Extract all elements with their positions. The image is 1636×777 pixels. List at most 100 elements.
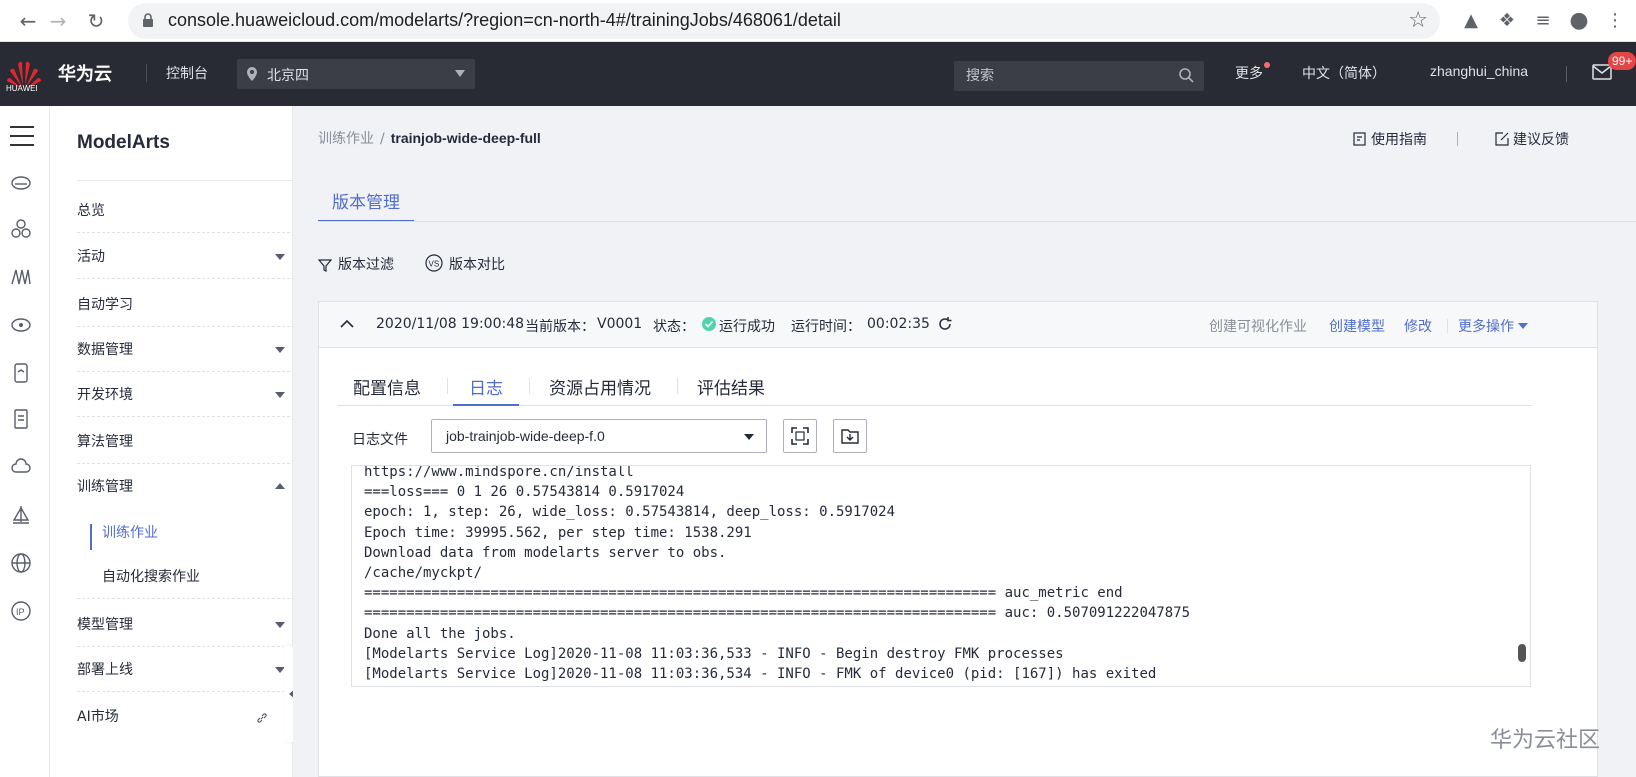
sidebar-item-label: 模型管理 bbox=[77, 617, 133, 633]
sidebar-item-label: 活动 bbox=[77, 249, 105, 265]
chevron-up-icon[interactable] bbox=[339, 316, 355, 332]
storage-icon[interactable] bbox=[10, 362, 32, 384]
language-select[interactable]: 中文（简体） bbox=[1302, 63, 1386, 83]
breadcrumb-current: trainjob-wide-deep-full bbox=[390, 130, 541, 146]
watermark-text: 华为云社区 bbox=[1490, 728, 1601, 753]
version-card: 2020/11/08 19:00:48 当前版本： V0001 状态： 运行成功… bbox=[318, 301, 1598, 777]
cloud-disk-icon[interactable] bbox=[10, 314, 32, 336]
sidebar-item-training-management[interactable]: 训练管理 bbox=[77, 476, 285, 522]
tab-evaluation-results[interactable]: 评估结果 bbox=[681, 374, 781, 406]
waveform-icon[interactable] bbox=[10, 266, 32, 288]
log-lines: https://www.mindspore.cn/install ===loss=… bbox=[364, 465, 1190, 684]
log-output-panel[interactable]: https://www.mindspore.cn/install ===loss=… bbox=[351, 465, 1531, 687]
sidebar-item-auto-learning[interactable]: 自动学习 bbox=[77, 294, 277, 340]
edit-button[interactable]: 修改 bbox=[1404, 316, 1432, 336]
log-line: Done all the jobs. bbox=[364, 625, 516, 642]
folder-download-icon bbox=[841, 429, 859, 444]
sidebar-item-deployment[interactable]: 部署上线 bbox=[77, 659, 285, 705]
divider bbox=[77, 463, 295, 464]
global-search-input[interactable] bbox=[954, 61, 1204, 91]
reload-icon[interactable]: ↻ bbox=[82, 7, 110, 35]
console-link[interactable]: 控制台 bbox=[166, 63, 208, 83]
document-icon[interactable] bbox=[10, 408, 32, 430]
more-vert-icon[interactable]: ⋮ bbox=[1602, 8, 1628, 34]
version-filter-button[interactable]: 版本过滤 bbox=[318, 254, 394, 274]
breadcrumb-parent-link[interactable]: 训练作业 bbox=[318, 131, 374, 147]
cluster-icon[interactable] bbox=[10, 218, 32, 240]
download-log-button[interactable] bbox=[833, 419, 867, 453]
user-guide-label: 使用指南 bbox=[1371, 132, 1427, 148]
log-line: ========================================… bbox=[364, 585, 1123, 602]
breadcrumb: 训练作业 / trainjob-wide-deep-full bbox=[318, 128, 541, 148]
search-icon[interactable] bbox=[1178, 67, 1194, 83]
sidebar-item-label: 总览 bbox=[77, 203, 105, 219]
globe-icon[interactable] bbox=[10, 552, 32, 574]
current-version-label: 当前版本： bbox=[525, 319, 595, 335]
sidebar-item-ai-market[interactable]: AI市场 bbox=[77, 706, 277, 752]
sidebar-item-overview[interactable]: 总览 bbox=[77, 200, 277, 246]
sidebar-title: ModelArts bbox=[77, 132, 170, 153]
extensions-icon[interactable]: ❖ bbox=[1494, 8, 1520, 34]
refresh-icon[interactable] bbox=[937, 316, 953, 332]
log-line: Download data from modelarts server to o… bbox=[364, 544, 727, 561]
sidebar-item-dev-environment[interactable]: 开发环境 bbox=[77, 384, 285, 430]
vs-icon: VS bbox=[425, 254, 443, 272]
more-actions-label: 更多操作 bbox=[1458, 319, 1514, 335]
tab-logs[interactable]: 日志 bbox=[453, 374, 519, 406]
divider bbox=[447, 378, 448, 394]
log-file-select[interactable]: job-trainjob-wide-deep-f.0 bbox=[431, 419, 767, 453]
sidebar-subitem-auto-search-jobs[interactable]: 自动化搜索作业 bbox=[102, 566, 200, 586]
log-line: epoch: 1, step: 26, wide_loss: 0.5754381… bbox=[364, 504, 896, 521]
more-actions-dropdown[interactable]: 更多操作 bbox=[1458, 316, 1528, 336]
log-scrollbar[interactable] bbox=[1518, 644, 1526, 662]
fullscreen-button[interactable] bbox=[783, 419, 817, 453]
version-compare-label: 版本对比 bbox=[449, 257, 505, 273]
back-arrow-icon[interactable]: ← bbox=[14, 7, 42, 35]
star-icon[interactable]: ☆ bbox=[1408, 8, 1428, 33]
sidebar-item-label: 开发环境 bbox=[77, 387, 133, 403]
more-menu[interactable]: 更多 bbox=[1235, 63, 1263, 83]
sidebar-item-data-management[interactable]: 数据管理 bbox=[77, 339, 285, 385]
chevron-down-icon bbox=[275, 347, 285, 353]
divider bbox=[146, 64, 147, 82]
console-topbar: HUAWEI 华为云 控制台 北京四 更多 中文（简体） zhanghui_ch… bbox=[0, 42, 1636, 106]
tab-resource-usage[interactable]: 资源占用情况 bbox=[533, 374, 667, 406]
address-bar[interactable]: console.huaweicloud.com/modelarts/?regio… bbox=[128, 3, 1440, 39]
create-visualization-job-button[interactable]: 创建可视化作业 bbox=[1209, 316, 1307, 336]
log-line: https://www.mindspore.cn/install bbox=[364, 465, 634, 480]
reading-list-icon[interactable]: ≡ bbox=[1530, 8, 1556, 34]
forward-arrow-icon[interactable]: → bbox=[44, 7, 72, 35]
sidebar-subitem-training-jobs[interactable]: 训练作业 bbox=[102, 522, 158, 542]
region-select[interactable]: 北京四 bbox=[237, 59, 475, 89]
tab-config-info[interactable]: 配置信息 bbox=[337, 374, 437, 406]
feedback-link[interactable]: 建议反馈 bbox=[1495, 129, 1569, 149]
version-card-header: 2020/11/08 19:00:48 当前版本： V0001 状态： 运行成功… bbox=[319, 302, 1597, 348]
divider bbox=[1447, 319, 1448, 333]
log-line: [Modelarts Service Log]2020-11-08 11:03:… bbox=[364, 666, 1157, 683]
chevron-up-icon bbox=[275, 483, 285, 489]
ip-icon[interactable]: IP bbox=[10, 600, 32, 622]
version-compare-button[interactable]: VS 版本对比 bbox=[425, 254, 505, 274]
sail-icon[interactable] bbox=[10, 504, 32, 526]
account-icon[interactable]: ● bbox=[1566, 8, 1592, 34]
divider bbox=[77, 326, 295, 327]
brand-name[interactable]: 华为云 bbox=[58, 60, 112, 86]
user-guide-link[interactable]: 使用指南 bbox=[1353, 129, 1427, 149]
cloud-server-icon[interactable] bbox=[10, 172, 32, 194]
external-link-icon[interactable] bbox=[256, 712, 268, 724]
user-menu[interactable]: zhanghui_china bbox=[1430, 63, 1528, 79]
sidebar-item-algorithm-management[interactable]: 算法管理 bbox=[77, 431, 277, 477]
drive-icon[interactable]: ▲ bbox=[1458, 8, 1484, 34]
chevron-down-icon bbox=[275, 622, 285, 628]
tab-version-management[interactable]: 版本管理 bbox=[318, 188, 414, 222]
modelarts-sidebar: ModelArts 总览 活动 自动学习 数据管理 开发环境 算法管理 训练管理… bbox=[50, 106, 297, 777]
log-line: Epoch time: 39995.562, per step time: 15… bbox=[364, 524, 752, 541]
status-label: 状态： bbox=[653, 319, 695, 335]
hamburger-menu-icon[interactable] bbox=[10, 126, 34, 146]
create-model-button[interactable]: 创建模型 bbox=[1329, 316, 1385, 336]
success-check-icon bbox=[702, 317, 716, 331]
sidebar-item-model-management[interactable]: 模型管理 bbox=[77, 614, 285, 660]
cloud-icon[interactable] bbox=[10, 456, 32, 478]
sidebar-item-activity[interactable]: 活动 bbox=[77, 246, 285, 292]
current-version-value: V0001 bbox=[597, 316, 643, 332]
